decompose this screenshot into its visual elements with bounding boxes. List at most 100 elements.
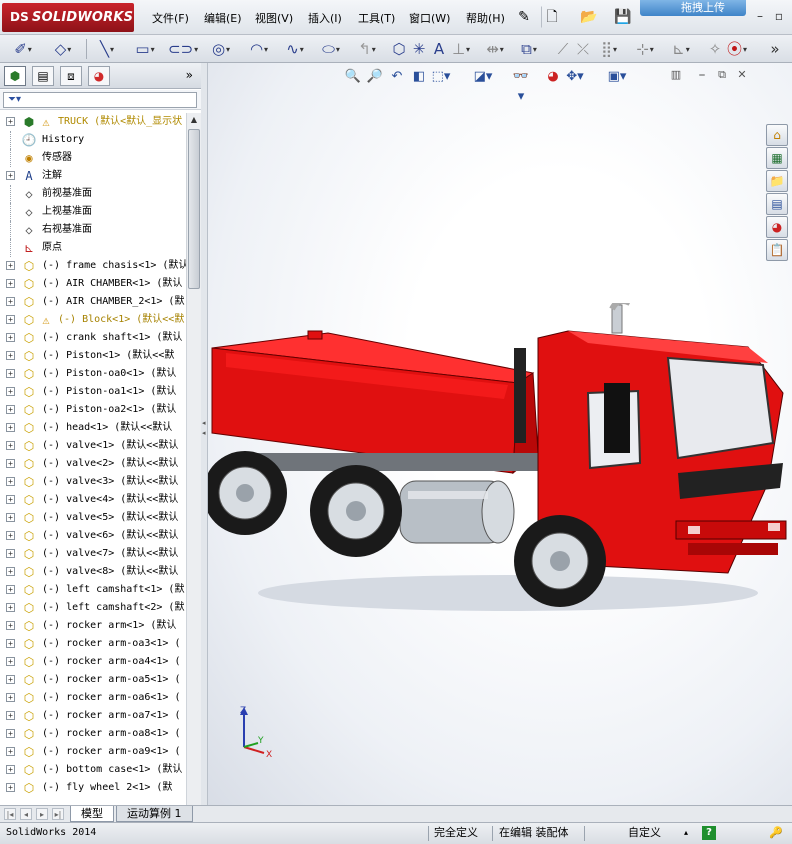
- expand-icon[interactable]: +: [6, 729, 15, 738]
- tree-item[interactable]: + ⬡ (-) Piston-oa1<1> (默认: [0, 383, 186, 401]
- previous-view-icon[interactable]: ↶: [387, 67, 407, 87]
- expand-icon[interactable]: +: [6, 711, 15, 720]
- property-manager-tab-icon[interactable]: ▤: [32, 66, 54, 86]
- solidworks-logo[interactable]: DS SOLIDWORKS: [2, 3, 134, 32]
- expand-icon[interactable]: +: [6, 117, 15, 126]
- expand-icon[interactable]: +: [6, 315, 15, 324]
- quick-snaps-icon[interactable]: ⦿▾: [722, 38, 752, 60]
- expand-icon[interactable]: +: [6, 567, 15, 576]
- menu-view[interactable]: 视图(V): [251, 10, 297, 28]
- hide-show-items-icon[interactable]: 👓▾: [511, 67, 531, 104]
- viewport-minimize-icon[interactable]: ⎯: [694, 67, 710, 83]
- feature-manager-tab-icon[interactable]: ⬢: [4, 66, 26, 86]
- restore-icon[interactable]: ▫: [771, 8, 787, 24]
- expand-icon[interactable]: +: [6, 441, 15, 450]
- tree-item[interactable]: + ⬡ (-) rocker arm<1> (默认: [0, 617, 186, 635]
- units-dropdown-icon[interactable]: ▴: [680, 823, 692, 843]
- panel-splitter[interactable]: ◂ ◂: [201, 63, 208, 805]
- open-folder-icon[interactable]: 📂: [578, 6, 600, 28]
- tree-item[interactable]: + ⬡ (-) left camshaft<2> (默: [0, 599, 186, 617]
- expand-icon[interactable]: +: [6, 621, 15, 630]
- expand-icon[interactable]: +: [6, 765, 15, 774]
- expand-icon[interactable]: +: [6, 783, 15, 792]
- front-wheel[interactable]: [514, 515, 606, 607]
- file-explorer-icon[interactable]: 📁: [766, 170, 788, 192]
- menu-window[interactable]: 窗口(W): [405, 10, 454, 28]
- menu-edit[interactable]: 编辑(E): [200, 10, 246, 28]
- circle-icon[interactable]: ◎▾: [206, 38, 236, 60]
- expand-icon[interactable]: +: [6, 477, 15, 486]
- tree-item[interactable]: + A 注解: [0, 167, 186, 185]
- smart-dimension-icon[interactable]: ◇▾: [48, 38, 78, 60]
- drag-upload-button[interactable]: 拖拽上传: [640, 0, 746, 16]
- expand-icon[interactable]: +: [6, 495, 15, 504]
- expand-icon[interactable]: +: [6, 369, 15, 378]
- rebuild-status-icon[interactable]: 🔑: [765, 823, 787, 843]
- appearances-icon[interactable]: ◕: [766, 216, 788, 238]
- zoom-to-area-icon[interactable]: 🔎: [365, 67, 385, 87]
- viewport-tile-icon[interactable]: ▥: [668, 67, 684, 83]
- menu-tools[interactable]: 工具(T): [354, 10, 399, 28]
- rear-wheel-2[interactable]: [310, 465, 402, 557]
- sketch-icon[interactable]: ✐▾: [8, 38, 38, 60]
- viewport-restore-icon[interactable]: ⧉: [714, 67, 730, 83]
- collapse-panel-icon[interactable]: ◂ ◂: [202, 418, 207, 458]
- units-selector[interactable]: 自定义: [624, 823, 665, 843]
- tree-item[interactable]: + ⬡ (-) AIR CHAMBER_2<1> (默: [0, 293, 186, 311]
- slot-icon[interactable]: ⊂⊃▾: [168, 38, 198, 60]
- tree-item[interactable]: + ⬡ (-) valve<4> (默认<<默认: [0, 491, 186, 509]
- view-orientation-icon[interactable]: ⬚▾: [431, 67, 451, 87]
- fillet-icon[interactable]: ↰▾: [352, 38, 382, 60]
- edit-appearance-icon[interactable]: ◕: [543, 67, 563, 87]
- tree-item[interactable]: ◇ 上视基准面: [0, 203, 186, 221]
- truck-model[interactable]: [208, 303, 792, 623]
- view-palette-icon[interactable]: ▤: [766, 193, 788, 215]
- tab-motion-study[interactable]: 运动算例 1: [116, 806, 193, 822]
- tree-item[interactable]: + ⬡ (-) valve<8> (默认<<默认: [0, 563, 186, 581]
- expand-icon[interactable]: +: [6, 297, 15, 306]
- tree-item[interactable]: + ⬡ (-) rocker arm-oa6<1> (: [0, 689, 186, 707]
- tree-item[interactable]: + ⬡ (-) rocker arm-oa3<1> (: [0, 635, 186, 653]
- expand-icon[interactable]: +: [6, 531, 15, 540]
- expand-icon[interactable]: +: [6, 261, 15, 270]
- expand-icon[interactable]: +: [6, 585, 15, 594]
- tree-item[interactable]: + ⬡ (-) bottom case<1> (默认: [0, 761, 186, 779]
- expand-icon[interactable]: +: [6, 387, 15, 396]
- graphics-viewport[interactable]: 🔍 🔎 ↶ ◧ ⬚▾ ◪▾ 👓▾ ◕ ✥▾ ▣▾ ▥ ⎯ ⧉ ✕ ⌂ ▦ 📁 ▤…: [208, 63, 792, 805]
- apply-scene-icon[interactable]: ✥▾: [565, 67, 585, 87]
- expand-icon[interactable]: +: [6, 693, 15, 702]
- tree-item[interactable]: + ⬡ (-) Piston-oa0<1> (默认: [0, 365, 186, 383]
- offset-icon[interactable]: ⧉▾: [514, 38, 544, 60]
- tree-item[interactable]: + ⬡ (-) AIR CHAMBER<1> (默认: [0, 275, 186, 293]
- scroll-up-icon[interactable]: ▲: [188, 113, 200, 127]
- ellipse-icon[interactable]: ⬭▾: [316, 38, 346, 60]
- tree-item[interactable]: + ⬡ (-) valve<7> (默认<<默认: [0, 545, 186, 563]
- tree-item[interactable]: ⊾ 原点: [0, 239, 186, 257]
- tree-item[interactable]: + ⬡ (-) head<1> (默认<<默认: [0, 419, 186, 437]
- tree-item[interactable]: + ⬡ (-) rocker arm-oa5<1> (: [0, 671, 186, 689]
- menu-insert[interactable]: 插入(I): [304, 10, 346, 28]
- scroll-thumb[interactable]: [188, 129, 200, 289]
- tree-item[interactable]: + ⬡ (-) rocker arm-oa9<1> (: [0, 743, 186, 761]
- arc-icon[interactable]: ◠▾: [244, 38, 274, 60]
- expand-icon[interactable]: +: [6, 657, 15, 666]
- tree-item[interactable]: + ⬡ (-) valve<6> (默认<<默认: [0, 527, 186, 545]
- expand-icon[interactable]: +: [6, 603, 15, 612]
- configuration-manager-tab-icon[interactable]: ⧈: [60, 66, 82, 86]
- minimize-icon[interactable]: –: [752, 8, 768, 24]
- expand-icon[interactable]: +: [6, 423, 15, 432]
- spline-icon[interactable]: ∿▾: [280, 38, 310, 60]
- expand-icon[interactable]: +: [6, 675, 15, 684]
- menu-file[interactable]: 文件(F): [148, 10, 193, 28]
- display-style-icon[interactable]: ◪▾: [473, 67, 493, 87]
- display-manager-tab-icon[interactable]: ◕: [88, 66, 110, 86]
- tree-item[interactable]: ◇ 右视基准面: [0, 221, 186, 239]
- dump-bed[interactable]: [211, 330, 539, 475]
- expand-icon[interactable]: +: [6, 459, 15, 468]
- expand-icon[interactable]: +: [6, 171, 15, 180]
- tree-item[interactable]: + ⬡ (-) valve<5> (默认<<默认: [0, 509, 186, 527]
- move-entities-icon[interactable]: ⊹▾: [630, 38, 660, 60]
- tree-item[interactable]: + ⬡ ⚠ (-) Block<1> (默认<<默: [0, 311, 186, 329]
- tree-filter-input[interactable]: ⏷▾: [3, 92, 197, 108]
- rectangle-icon[interactable]: ▭▾: [130, 38, 160, 60]
